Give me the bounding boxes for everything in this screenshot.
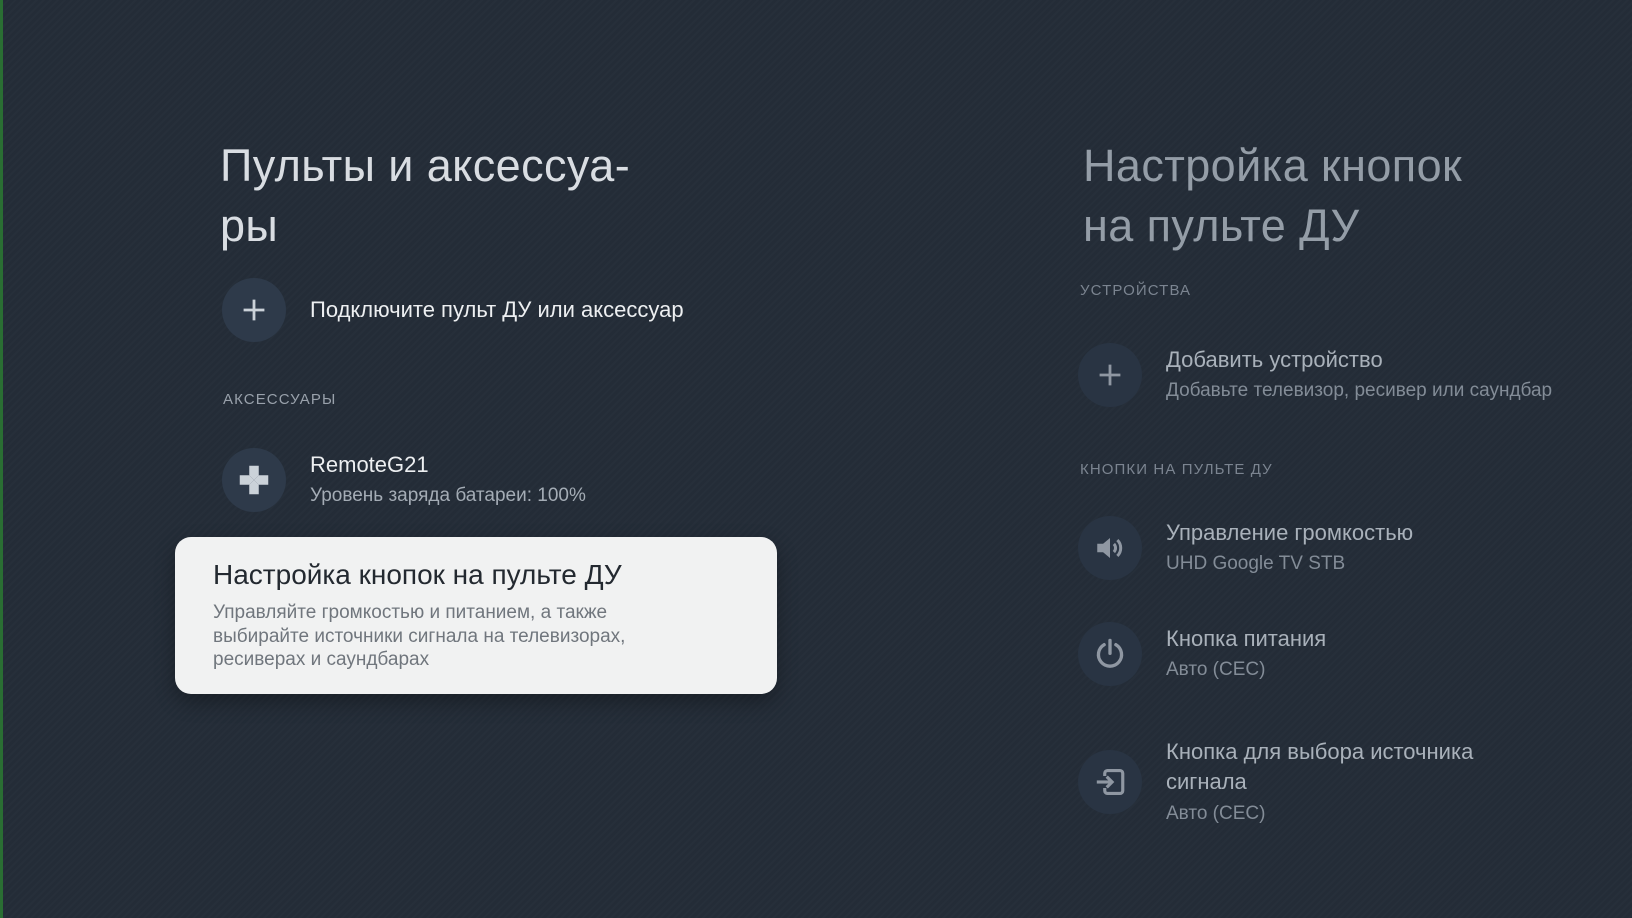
input-button-item[interactable]: Кнопка для выбора источника сигнала Авто…	[1078, 737, 1473, 827]
power-button-item[interactable]: Кнопка питания Авто (CEC)	[1078, 622, 1326, 686]
volume-icon	[1078, 516, 1142, 580]
remote-buttons-section-header: КНОПКИ НА ПУЛЬТЕ ДУ	[1080, 461, 1273, 478]
remotes-accessories-screen: Пульты и аксессуа- ры Подключите пульт Д…	[0, 0, 1632, 918]
detail-title-line2: на пульте ДУ	[1083, 200, 1360, 252]
input-button-mode: Авто (CEC)	[1166, 803, 1266, 824]
add-device-title: Добавить устройство	[1166, 347, 1383, 372]
accessory-name: RemoteG21	[310, 452, 429, 477]
card-description-line1: Управляйте громкостью и питанием, а такж…	[213, 602, 608, 623]
power-icon	[1078, 622, 1142, 686]
accessory-battery-level: Уровень заряда батареи: 100%	[310, 485, 586, 506]
connect-remote-item[interactable]: Подключите пульт ДУ или аксессуар	[222, 278, 684, 342]
detail-title-line1: Настройка кнопок	[1083, 140, 1463, 192]
plus-icon	[1078, 343, 1142, 407]
input-button-title-line1: Кнопка для выбора источника	[1166, 739, 1474, 764]
page-title-line2: ры	[220, 200, 279, 252]
connect-remote-label: Подключите пульт ДУ или аксессуар	[310, 297, 684, 322]
left-edge-accent	[0, 0, 3, 918]
volume-control-device: UHD Google TV STB	[1166, 553, 1346, 574]
accessories-section-header: АКСЕССУАРЫ	[223, 391, 337, 408]
page-title-line1: Пульты и аксессуа-	[220, 140, 631, 192]
volume-control-item[interactable]: Управление громкостью UHD Google TV STB	[1078, 516, 1413, 580]
detail-title: Настройка кнопок на пульте ДУ	[1083, 136, 1462, 256]
input-icon	[1078, 750, 1142, 814]
remote-buttons-setup-card[interactable]: Настройка кнопок на пульте ДУ Управляйте…	[175, 537, 777, 694]
card-description: Управляйте громкостью и питанием, а такж…	[213, 601, 741, 672]
power-button-mode: Авто (CEC)	[1166, 659, 1266, 680]
volume-control-title: Управление громкостью	[1166, 520, 1414, 545]
power-button-title: Кнопка питания	[1166, 626, 1327, 651]
add-device-subtitle: Добавьте телевизор, ресивер или саундбар	[1166, 380, 1553, 401]
input-button-title-line2: сигнала	[1166, 769, 1247, 794]
page-title: Пульты и аксессуа- ры	[220, 136, 630, 256]
input-button-title: Кнопка для выбора источника сигнала	[1166, 737, 1473, 797]
accessory-item-remoteg21[interactable]: RemoteG21 Уровень заряда батареи: 100%	[222, 448, 586, 512]
gamepad-icon	[222, 448, 286, 512]
card-title: Настройка кнопок на пульте ДУ	[213, 559, 622, 590]
card-description-line3: ресиверах и саундбарах	[213, 649, 430, 670]
card-description-line2: выбирайте источники сигнала на телевизор…	[213, 625, 626, 647]
add-device-item[interactable]: Добавить устройство Добавьте телевизор, …	[1078, 343, 1552, 407]
plus-icon	[222, 278, 286, 342]
devices-section-header: УСТРОЙСТВА	[1080, 282, 1192, 299]
